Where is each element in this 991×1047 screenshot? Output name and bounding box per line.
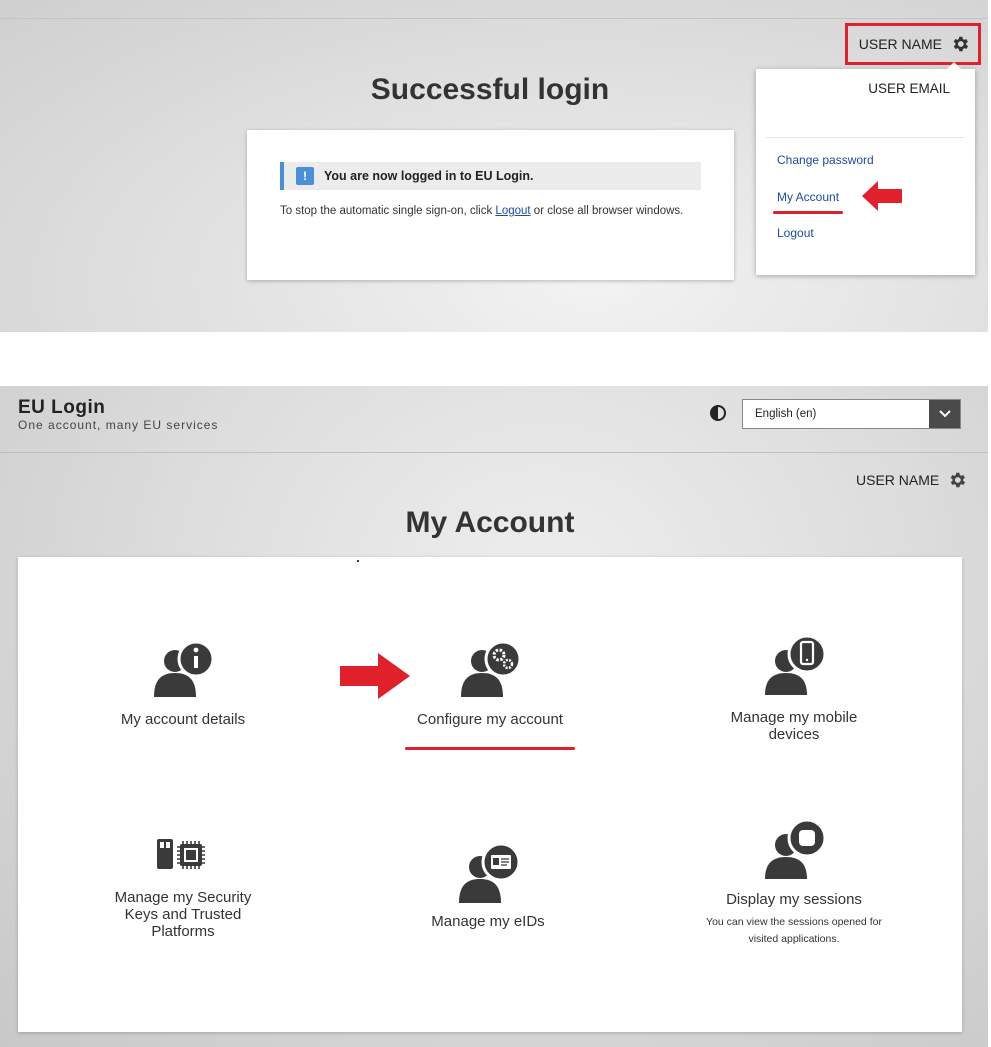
- chevron-down-icon[interactable]: [929, 400, 960, 428]
- user-name: USER NAME: [856, 472, 940, 488]
- my-account-link[interactable]: My Account: [777, 190, 839, 204]
- notice-text: You are now logged in to EU Login.: [324, 169, 534, 183]
- tile-sessions[interactable]: Display my sessions You can view the ses…: [698, 819, 890, 948]
- tile-label: Manage my mobile devices: [730, 709, 858, 743]
- tile-label: Configure my account: [417, 711, 563, 728]
- logout-menu-link[interactable]: Logout: [777, 226, 814, 240]
- person-mobile-icon: [765, 635, 827, 695]
- brand-subtitle: One account, many EU services: [18, 418, 219, 432]
- tile-configure-account[interactable]: Configure my account: [403, 639, 577, 728]
- tile-label: My account details: [120, 711, 246, 728]
- sso-info-text: To stop the automatic single sign-on, cl…: [280, 203, 700, 220]
- person-id-card-icon: [459, 843, 521, 903]
- tile-mobile-devices[interactable]: Manage my mobile devices: [708, 635, 880, 743]
- eu-login-logo[interactable]: EU Login One account, many EU services: [18, 397, 218, 432]
- tile-eids[interactable]: Manage my eIDs: [408, 843, 568, 930]
- user-menu-button[interactable]: USER NAME: [856, 470, 967, 490]
- tile-account-details[interactable]: My account details: [98, 639, 268, 728]
- header-divider: [0, 18, 988, 19]
- gear-icon: [950, 472, 966, 488]
- sso-info-prefix: To stop the automatic single sign-on, cl…: [280, 205, 496, 217]
- language-value: English (en): [755, 408, 817, 420]
- gear-icon: [953, 36, 969, 52]
- sso-info-suffix: or close all browser windows.: [530, 205, 684, 217]
- contrast-toggle-icon[interactable]: [710, 405, 726, 421]
- tile-label: Manage my Security Keys and Trusted Plat…: [114, 889, 252, 940]
- tile-description: You can view the sessions opened for vis…: [706, 916, 882, 945]
- brand-title: EU Login: [18, 397, 106, 418]
- logout-link[interactable]: Logout: [495, 205, 530, 217]
- security-key-chip-icon: [157, 839, 205, 869]
- user-email: USER EMAIL: [868, 81, 950, 96]
- highlight-underline: [773, 211, 843, 214]
- tile-security-keys[interactable]: Manage my Security Keys and Trusted Plat…: [103, 835, 263, 940]
- exclamation-icon: !: [296, 167, 314, 185]
- user-dropdown-menu: USER EMAIL Change password My Account Lo…: [756, 62, 975, 275]
- tile-label: Manage my eIDs: [431, 913, 545, 930]
- stray-mark: [357, 560, 359, 562]
- person-info-icon: [154, 640, 215, 697]
- account-tiles-panel: My account details Configure my account: [18, 557, 962, 1032]
- successful-login-screen: USER NAME Successful login ! You are now…: [0, 0, 988, 332]
- person-session-icon: [765, 819, 827, 879]
- red-arrow-right-icon: [340, 653, 410, 699]
- info-notice: ! You are now logged in to EU Login.: [280, 162, 701, 190]
- page-title: My Account: [405, 506, 575, 539]
- my-account-screen: EU Login One account, many EU services E…: [0, 386, 988, 1047]
- highlight-underline: [405, 747, 575, 750]
- menu-divider: [766, 137, 964, 138]
- page-title: Successful login: [370, 73, 610, 106]
- header-divider: [0, 452, 988, 453]
- tile-label: Display my sessions: [726, 891, 862, 908]
- user-menu-button[interactable]: USER NAME: [845, 23, 981, 65]
- change-password-link[interactable]: Change password: [777, 153, 874, 167]
- red-arrow-left-icon: [862, 181, 902, 211]
- language-select[interactable]: English (en): [742, 399, 961, 429]
- person-gears-icon: [461, 640, 522, 697]
- login-status-card: ! You are now logged in to EU Login. To …: [247, 130, 734, 280]
- user-name: USER NAME: [858, 36, 942, 52]
